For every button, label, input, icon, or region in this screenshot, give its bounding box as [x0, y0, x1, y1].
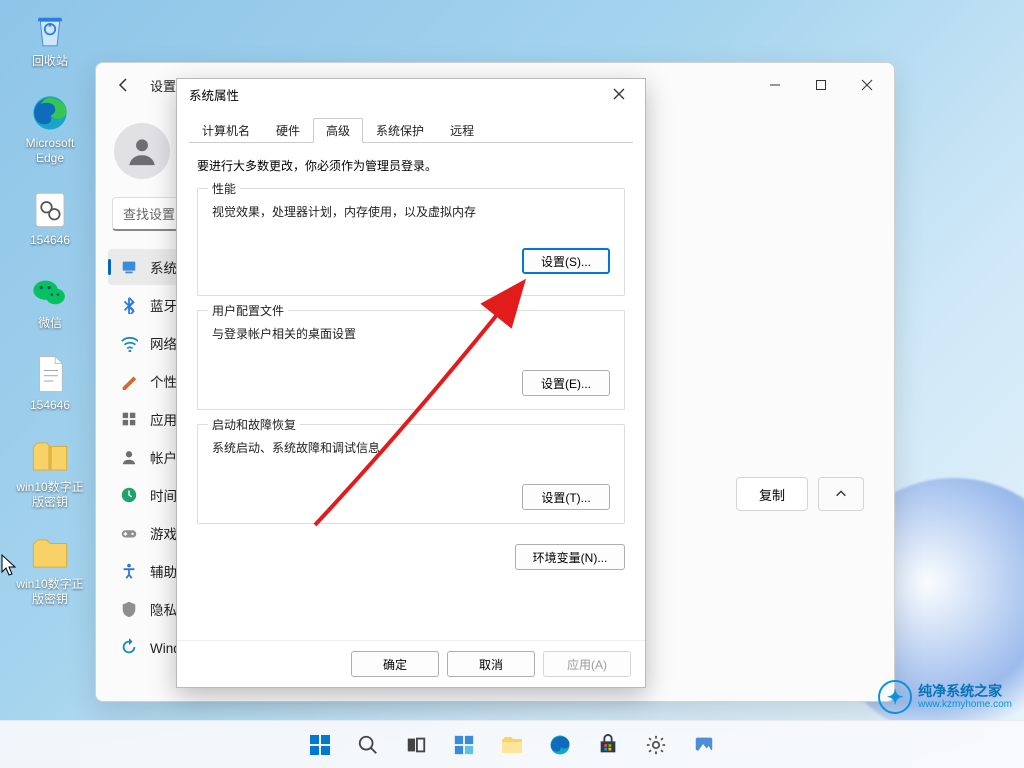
performance-desc: 视觉效果，处理器计划，内存使用，以及虚拟内存 [212, 203, 610, 220]
sysprop-tab-计算机名[interactable]: 计算机名 [189, 118, 263, 143]
time-icon [120, 486, 138, 504]
wifi-icon [120, 334, 138, 352]
performance-group-title: 性能 [208, 180, 240, 197]
back-button[interactable] [108, 69, 140, 101]
sysprop-tabs: 计算机名硬件高级系统保护远程 [189, 117, 633, 143]
sysprop-titlebar: 系统属性 [177, 79, 645, 109]
taskbar-store[interactable] [588, 725, 628, 765]
user-profiles-settings-button[interactable]: 设置(E)... [522, 370, 610, 396]
apps-icon [120, 410, 138, 428]
desktop-icon-label: win10数字正 版密钥 [16, 577, 83, 606]
sidebar-item-label: 帐户 [150, 447, 177, 467]
copy-button[interactable]: 复制 [736, 477, 808, 511]
edge-icon [28, 90, 72, 134]
watermark-logo-icon: ✦ [878, 680, 912, 714]
sysprop-footer: 确定 取消 应用(A) [177, 640, 645, 687]
cancel-button[interactable]: 取消 [447, 651, 535, 677]
taskbar [0, 720, 1024, 768]
taskbar-settings[interactable] [636, 725, 676, 765]
bluetooth-icon [120, 296, 138, 314]
settings-file-icon [28, 187, 72, 231]
ok-button[interactable]: 确定 [351, 651, 439, 677]
startup-recovery-title: 启动和故障恢复 [208, 416, 300, 433]
sysprop-tab-远程[interactable]: 远程 [437, 118, 487, 143]
user-profiles-group: 用户配置文件 与登录帐户相关的桌面设置 设置(E)... [197, 310, 625, 410]
desktop-icon-label: Microsoft Edge [26, 136, 75, 165]
zip-folder-icon [28, 434, 72, 478]
sidebar-item-label: 个性 [150, 371, 177, 391]
wechat-icon [28, 270, 72, 314]
window-minimize[interactable] [752, 69, 798, 101]
update-icon [120, 638, 138, 656]
user-profiles-desc: 与登录帐户相关的桌面设置 [212, 325, 610, 342]
avatar-icon [114, 123, 170, 179]
desktop-icons: 回收站 Microsoft Edge 154646 微信 154646 win1… [10, 8, 90, 628]
taskbar-explorer[interactable] [492, 725, 532, 765]
desktop-icon-label: win10数字正 版密钥 [16, 480, 83, 509]
sidebar-item-label: 系统 [150, 257, 177, 277]
desktop-icon-label: 回收站 [32, 54, 68, 68]
desktop-icon-folder[interactable]: win10数字正 版密钥 [10, 531, 90, 606]
recycle-bin-icon [28, 8, 72, 52]
window-close[interactable] [844, 69, 890, 101]
desktop-icon-label: 154646 [30, 233, 70, 247]
desktop-icon-recycle-bin[interactable]: 回收站 [10, 8, 90, 68]
desktop-icon-wechat[interactable]: 微信 [10, 270, 90, 330]
sidebar-item-label: 游戏 [150, 523, 177, 543]
user-profiles-title: 用户配置文件 [208, 302, 288, 319]
sysprop-title: 系统属性 [189, 85, 239, 104]
system-icon [120, 258, 138, 276]
watermark: ✦ 纯净系统之家www.kzmyhome.com [878, 680, 1012, 714]
sysprop-close[interactable] [599, 81, 639, 107]
desktop-icon-label: 微信 [38, 316, 62, 330]
privacy-icon [120, 600, 138, 618]
sidebar-item-label: 应用 [150, 409, 177, 429]
sidebar-item-label: 时间 [150, 485, 177, 505]
startup-recovery-settings-button[interactable]: 设置(T)... [522, 484, 610, 510]
taskbar-taskview[interactable] [396, 725, 436, 765]
desktop-icon-zip-folder[interactable]: win10数字正 版密钥 [10, 434, 90, 509]
sidebar-item-label: 辅助 [150, 561, 177, 581]
watermark-en: www.kzmyhome.com [918, 699, 1012, 710]
performance-group: 性能 视觉效果，处理器计划，内存使用，以及虚拟内存 设置(S)... [197, 188, 625, 296]
performance-settings-button[interactable]: 设置(S)... [522, 248, 610, 274]
expand-button[interactable] [818, 477, 864, 511]
desktop-icon-text-file[interactable]: 154646 [10, 352, 90, 412]
system-properties-dialog: 系统属性 计算机名硬件高级系统保护远程 要进行大多数更改，你必须作为管理员登录。… [176, 78, 646, 688]
sysprop-tab-硬件[interactable]: 硬件 [263, 118, 313, 143]
folder-icon [28, 531, 72, 575]
desktop-icon-edge[interactable]: Microsoft Edge [10, 90, 90, 165]
environment-variables-button[interactable]: 环境变量(N)... [515, 544, 625, 570]
watermark-cn: 纯净系统之家 [918, 684, 1012, 699]
taskbar-widgets[interactable] [444, 725, 484, 765]
apply-button[interactable]: 应用(A) [543, 651, 631, 677]
taskbar-edge[interactable] [540, 725, 580, 765]
personalize-icon [120, 372, 138, 390]
startup-recovery-desc: 系统启动、系统故障和调试信息 [212, 439, 610, 456]
desktop-icon-settings-file[interactable]: 154646 [10, 187, 90, 247]
settings-title: 设置 [150, 76, 176, 95]
startup-recovery-group: 启动和故障恢复 系统启动、系统故障和调试信息 设置(T)... [197, 424, 625, 524]
accessibility-icon [120, 562, 138, 580]
taskbar-start[interactable] [300, 725, 340, 765]
sidebar-item-label: 隐私 [150, 599, 177, 619]
taskbar-snip[interactable] [684, 725, 724, 765]
gaming-icon [120, 524, 138, 542]
sidebar-item-label: 网络 [150, 333, 177, 353]
sysprop-tab-高级[interactable]: 高级 [313, 118, 363, 143]
taskbar-search[interactable] [348, 725, 388, 765]
sysprop-tab-系统保护[interactable]: 系统保护 [363, 118, 437, 143]
sidebar-item-label: 蓝牙 [150, 295, 177, 315]
admin-note: 要进行大多数更改，你必须作为管理员登录。 [197, 157, 625, 174]
search-placeholder: 查找设置 [123, 204, 175, 223]
text-file-icon [28, 352, 72, 396]
account-icon [120, 448, 138, 466]
desktop-icon-label: 154646 [30, 398, 70, 412]
window-maximize[interactable] [798, 69, 844, 101]
